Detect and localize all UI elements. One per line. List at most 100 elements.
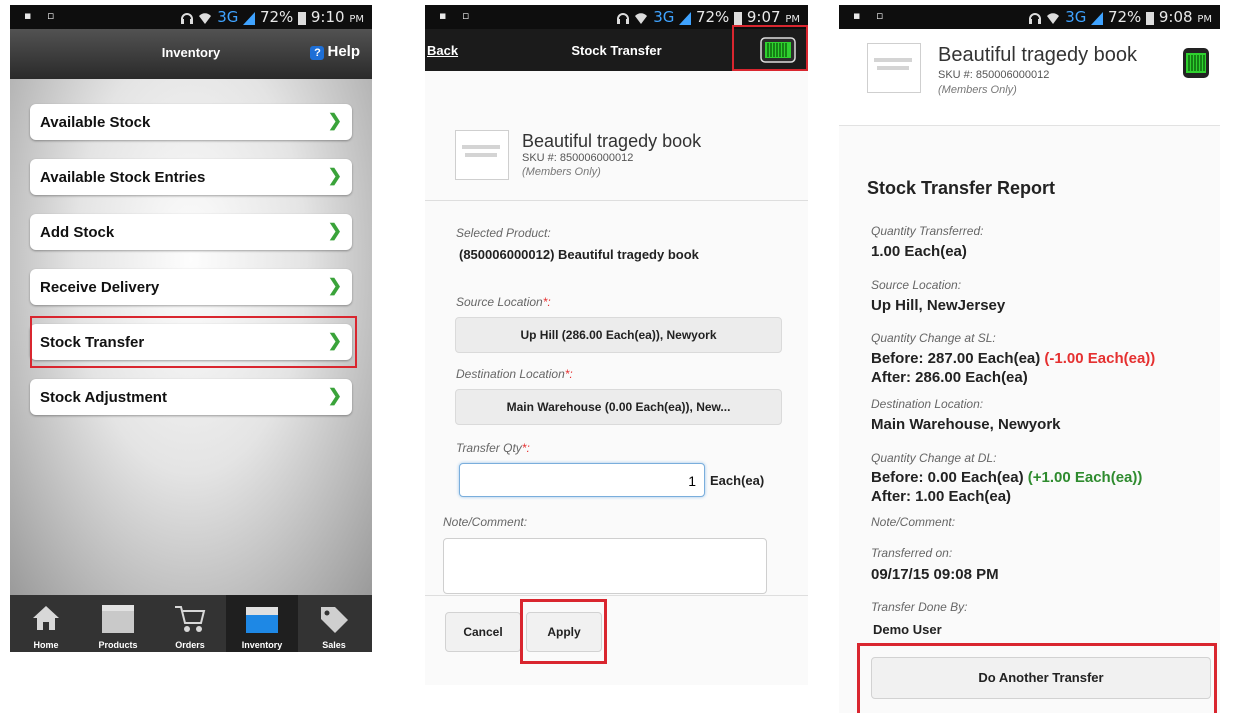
note-label: Note/Comment:	[443, 515, 528, 529]
source-location-value: Up Hill, NewJersey	[871, 297, 1006, 314]
qty-transferred-value: 1.00 Each(ea)	[871, 243, 967, 260]
destination-location-select[interactable]: Main Warehouse (0.00 Each(ea)), New...	[455, 389, 782, 425]
signal-icon	[1091, 11, 1104, 25]
headset-icon	[180, 12, 193, 24]
signal-icon	[243, 11, 256, 25]
product-sku: SKU #: 850006000012	[522, 152, 634, 164]
cancel-button[interactable]: Cancel	[445, 612, 521, 652]
wifi-icon	[635, 12, 648, 24]
help-icon: ?	[310, 46, 325, 60]
highlight-box	[732, 25, 808, 71]
signal-icon	[679, 11, 692, 25]
inventory-icon	[246, 607, 278, 633]
product-thumbnail	[867, 43, 921, 93]
report-title: Stock Transfer Report	[867, 178, 1056, 198]
selected-product-value: (850006000012) Beautiful tragedy book	[459, 247, 699, 262]
tab-sales[interactable]: Sales	[298, 595, 370, 652]
status-bar: ▪ ▫ 3G 72% 9:08 PM	[839, 5, 1220, 29]
battery-icon	[734, 11, 743, 25]
product-header: Beautiful tragedy book SKU #: 8500060000…	[839, 29, 1220, 126]
barcode-scanner-icon	[1183, 48, 1209, 78]
note-textarea[interactable]	[443, 538, 767, 594]
notification-icons: ▪ ▫	[24, 9, 61, 22]
chevron-right-icon: ❯	[327, 111, 342, 130]
highlight-box	[520, 599, 607, 664]
qty-transferred-label: Quantity Transferred:	[871, 224, 984, 238]
sl-before-value: Before: 287.00 Each(ea)	[871, 350, 1041, 367]
inventory-screen: ▪ ▫ 3G 72% 9:10 PM Inventory ? Help Avail…	[10, 5, 372, 652]
battery-percent: 72%	[695, 8, 730, 26]
destination-location-label: Destination Location:	[871, 397, 984, 411]
battery-percent: 72%	[259, 8, 294, 26]
battery-icon	[1146, 11, 1155, 25]
app-header: Inventory ? Help	[10, 29, 372, 79]
headset-icon	[616, 12, 629, 24]
chevron-right-icon: ❯	[327, 221, 342, 240]
source-location-label: Source Location:	[871, 278, 962, 292]
stock-transfer-report-screen: ▪ ▫ 3G 72% 9:08 PM Beautiful tragedy boo…	[839, 5, 1220, 713]
tab-products[interactable]: Products	[82, 595, 154, 652]
barcode-scan-button[interactable]	[1182, 47, 1210, 84]
menu-item-available-stock-entries[interactable]: Available Stock Entries ❯	[30, 159, 352, 195]
battery-icon	[298, 11, 307, 25]
dl-before-value: Before: 0.00 Each(ea)	[871, 469, 1024, 486]
destination-location-label: Destination Location	[456, 367, 565, 381]
product-sku: SKU #: 850006000012	[938, 69, 1050, 81]
divider	[425, 595, 808, 596]
required-mark: *:	[542, 295, 551, 309]
transfer-qty-label: Transfer Qty	[456, 441, 522, 455]
transferred-on-value: 09/17/15 09:08 PM	[871, 566, 999, 583]
dl-after-value: After: 1.00 Each(ea)	[871, 488, 1012, 505]
battery-percent: 72%	[1107, 8, 1142, 26]
notification-icons: ▪ ▫	[853, 9, 890, 22]
tab-home[interactable]: Home	[10, 595, 82, 652]
product-note: (Members Only)	[938, 84, 1017, 96]
menu-item-available-stock[interactable]: Available Stock ❯	[30, 104, 352, 140]
menu-item-receive-delivery[interactable]: Receive Delivery ❯	[30, 269, 352, 305]
sl-delta-value: (-1.00 Each(ea))	[1044, 350, 1156, 367]
tab-inventory[interactable]: Inventory	[226, 595, 298, 652]
chevron-right-icon: ❯	[327, 386, 342, 405]
sl-after-value: After: 286.00 Each(ea)	[871, 369, 1028, 386]
status-bar: ▪ ▫ 3G 72% 9:10 PM	[10, 5, 372, 29]
clock: 9:07	[746, 8, 781, 26]
required-mark: *:	[521, 441, 530, 455]
qty-unit: Each(ea)	[710, 473, 765, 488]
home-icon	[33, 606, 59, 630]
source-location-label: Source Location	[456, 295, 543, 309]
dl-delta-value: (+1.00 Each(ea))	[1027, 469, 1143, 486]
destination-location-value: Main Warehouse, Newyork	[871, 416, 1061, 433]
chevron-right-icon: ❯	[327, 276, 342, 295]
menu-list: Available Stock ❯ Available Stock Entries…	[10, 79, 372, 595]
product-name: Beautiful tragedy book	[938, 44, 1138, 66]
menu-item-add-stock[interactable]: Add Stock ❯	[30, 214, 352, 250]
clock: 9:10	[310, 8, 345, 26]
product-note: (Members Only)	[522, 166, 601, 178]
stock-transfer-screen: ▪ ▫ 3G 72% 9:07 PM Back Stock Transfer B…	[425, 5, 808, 685]
transfer-qty-input[interactable]: 1	[459, 463, 705, 497]
orders-icon	[175, 606, 206, 632]
transferred-on-label: Transferred on:	[871, 546, 953, 560]
sales-icon	[321, 607, 348, 633]
done-by-value: Demo User	[873, 622, 942, 637]
wifi-icon	[1047, 12, 1060, 24]
highlight-box	[857, 643, 1217, 713]
done-by-label: Transfer Done By:	[871, 600, 968, 614]
selected-product-label: Selected Product:	[456, 226, 551, 240]
network-type: 3G	[217, 8, 239, 26]
required-mark: *:	[564, 367, 573, 381]
tab-orders[interactable]: Orders	[154, 595, 226, 652]
clock: 9:08	[1158, 8, 1193, 26]
menu-item-stock-adjustment[interactable]: Stock Adjustment ❯	[30, 379, 352, 415]
highlight-box	[30, 316, 357, 368]
products-icon	[102, 605, 134, 633]
notification-icons: ▪ ▫	[439, 9, 476, 22]
headset-icon	[1028, 12, 1041, 24]
sl-change-label: Quantity Change at SL:	[871, 331, 996, 345]
product-name: Beautiful tragedy book	[522, 131, 702, 151]
source-location-select[interactable]: Up Hill (286.00 Each(ea)), Newyork	[455, 317, 782, 353]
divider	[425, 200, 808, 201]
network-type: 3G	[653, 8, 675, 26]
dl-change-label: Quantity Change at DL:	[871, 451, 997, 465]
help-button[interactable]: ? Help	[310, 43, 360, 60]
